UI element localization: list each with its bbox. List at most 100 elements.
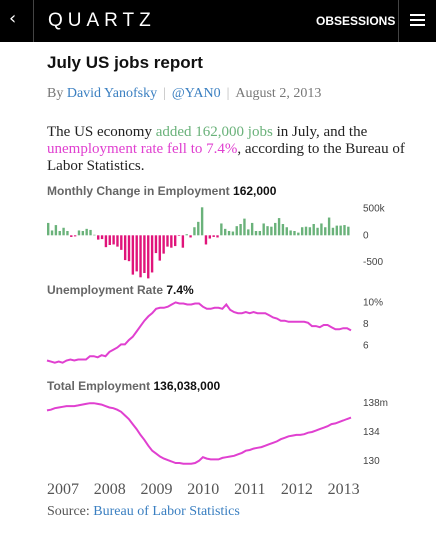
employment-change-bar: [308, 227, 312, 236]
series-line: [46, 301, 352, 364]
nav-divider: [33, 0, 34, 42]
x-tick-year: 2013: [327, 481, 360, 498]
employment-change-bar: [197, 221, 200, 236]
chart-title-value: 7.4%: [166, 283, 194, 297]
total-employment-chart-title: Total Employment 136,038,000: [47, 379, 220, 393]
chart-title-label: Total Employment: [47, 379, 151, 393]
obsessions-link[interactable]: OBSESSIONS: [316, 14, 395, 28]
employment-change-bar: [224, 228, 227, 236]
chart-title-label: Monthly Change in Employment: [47, 184, 230, 198]
x-tick-year: 2008: [93, 481, 126, 498]
source-label: Source:: [47, 504, 90, 519]
employment-change-bar: [254, 231, 258, 236]
employment-change-bar: [81, 231, 85, 236]
employment-change-bar: [158, 235, 161, 261]
x-tick-year: 2011: [234, 481, 266, 498]
author-link[interactable]: David Yanofsky: [67, 86, 157, 101]
employment-change-bar: [89, 229, 92, 236]
back-chevron-icon[interactable]: ‹: [9, 8, 16, 29]
author-handle-link[interactable]: @YAN0: [172, 86, 221, 101]
lede-highlight-jobs: added 162,000 jobs: [155, 124, 273, 140]
employment-change-bar: [300, 227, 304, 236]
employment-change-bar: [274, 222, 277, 236]
employment-change-bar: [204, 235, 208, 245]
employment-change-bar: [116, 235, 119, 247]
employment-change-bar: [104, 235, 108, 248]
total-employment-chart: 138m 134 130: [46, 398, 388, 467]
brand-logo[interactable]: QUARTZ: [48, 10, 156, 32]
source-line: Source: Bureau of Labor Statistics: [47, 504, 240, 520]
employment-change-bar: [150, 235, 154, 273]
employment-change-bar: [154, 235, 158, 254]
employment-change-bar: [297, 232, 300, 236]
chart-title-value: 162,000: [233, 184, 277, 198]
employment-change-bar: [177, 235, 181, 236]
employment-change-bar: [258, 231, 262, 236]
employment-change-bar: [316, 227, 319, 236]
nav-divider: [398, 0, 399, 42]
employment-change-bar: [270, 226, 273, 236]
employment-change-bar: [331, 227, 335, 236]
employment-change-bar: [212, 235, 215, 237]
employment-change-bar: [54, 225, 58, 236]
employment-change-bar: [239, 224, 242, 236]
chart-title-value: 136,038,000: [153, 379, 221, 393]
employment-change-bar: [162, 235, 165, 254]
x-tick-year: 2012: [280, 481, 313, 498]
employment-change-bar: [181, 235, 185, 248]
top-nav-bar: ‹ QUARTZ OBSESSIONS: [0, 0, 436, 42]
employment-change-bar: [185, 234, 188, 236]
employment-change-bar: [123, 235, 127, 261]
source-link[interactable]: Bureau of Labor Statistics: [93, 504, 240, 519]
employment-change-bar: [235, 226, 238, 236]
y-tick-label: 10%: [363, 297, 383, 308]
employment-change-bar: [250, 222, 254, 236]
employment-change-bar: [58, 231, 61, 236]
employment-change-bar: [335, 225, 338, 236]
y-tick-label: 134: [363, 427, 380, 438]
article-lede: The US economy added 162,000 jobs in Jul…: [47, 124, 407, 175]
employment-change-bar: [343, 225, 346, 236]
byline-prefix: By: [47, 86, 64, 101]
employment-change-bar: [327, 217, 331, 236]
employment-change-bar: [112, 235, 115, 245]
byline: By David Yanofsky | @YAN0 | August 2, 2013: [47, 86, 321, 102]
employment-change-bar: [193, 227, 196, 236]
employment-change-bar: [347, 226, 350, 236]
y-tick-label: 0: [363, 230, 369, 241]
lede-highlight-unemployment: unemployment rate fell to 7.4%: [47, 141, 238, 157]
lede-text: The US economy: [47, 124, 156, 140]
article-title: July US jobs report: [47, 53, 203, 72]
unemployment-chart-title: Unemployment Rate 7.4%: [47, 283, 194, 297]
employment-change-bar: [312, 224, 315, 236]
employment-change-bar: [247, 229, 250, 236]
employment-change-bar: [208, 235, 212, 239]
y-tick-label: 130: [363, 456, 380, 467]
y-tick-label: 500k: [363, 203, 386, 214]
employment-change-bar: [266, 226, 269, 236]
employment-change-bar: [77, 230, 81, 236]
employment-change-bar: [220, 223, 223, 236]
employment-change-bar: [70, 235, 73, 237]
employment-change-bar: [143, 235, 146, 273]
employment-change-bar: [85, 228, 88, 236]
employment-change-bar: [62, 227, 65, 236]
employment-change-bar: [216, 235, 219, 238]
byline-separator: |: [226, 86, 230, 101]
employment-change-bar: [170, 235, 173, 248]
chart-title-label: Unemployment Rate: [47, 283, 164, 297]
employment-change-bar: [73, 235, 77, 237]
unemployment-chart: 10% 8 6: [46, 297, 383, 364]
employment-change-bar: [285, 227, 288, 236]
x-tick-year: 2009: [140, 481, 173, 498]
employment-change-chart: 500k 0 -500: [47, 203, 386, 279]
employment-change-bar: [131, 235, 135, 275]
hamburger-menu-icon[interactable]: [410, 14, 425, 27]
employment-change-bar: [135, 235, 138, 272]
employment-change-bar: [289, 230, 292, 236]
employment-change-bar: [166, 235, 169, 247]
employment-change-bar: [139, 235, 142, 278]
employment-change-bar: [66, 231, 69, 236]
employment-change-bar: [108, 235, 111, 245]
employment-change-chart-title: Monthly Change in Employment 162,000: [47, 184, 276, 198]
